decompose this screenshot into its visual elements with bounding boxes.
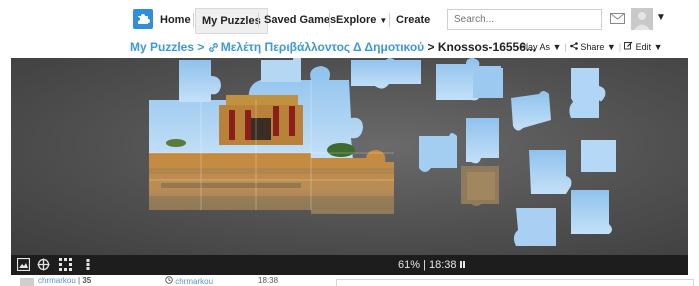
mail-icon[interactable] bbox=[610, 13, 625, 24]
puzzle-piece[interactable] bbox=[466, 118, 499, 164]
nav-divider bbox=[193, 13, 194, 27]
footer-owner: chrmarkou bbox=[175, 277, 214, 286]
top-nav: Home My Puzzles Saved Games Explore ▼ Cre… bbox=[0, 0, 699, 38]
nav-create[interactable]: Create bbox=[396, 11, 430, 29]
play-as-button[interactable]: Play As ▼ bbox=[520, 42, 561, 52]
nav-divider bbox=[389, 13, 390, 27]
share-icon bbox=[569, 42, 578, 50]
footer-time: 18:38 bbox=[258, 276, 279, 285]
ruin-detail bbox=[467, 172, 495, 200]
nav-explore-label: Explore bbox=[336, 14, 377, 26]
puzzle-piece[interactable] bbox=[571, 190, 612, 234]
link-icon bbox=[208, 43, 218, 52]
ghost-image-icon[interactable] bbox=[37, 258, 50, 271]
puzzle-piece[interactable] bbox=[351, 58, 421, 89]
breadcrumb-folder[interactable]: Μελέτη Περιβάλλοντος Δ Δημοτικού bbox=[221, 40, 424, 54]
edit-icon bbox=[624, 41, 633, 50]
puzzle-piece[interactable] bbox=[419, 133, 457, 172]
edge-pieces-icon[interactable] bbox=[59, 258, 72, 271]
puzzle-piece[interactable] bbox=[511, 91, 551, 131]
puzzle-piece[interactable] bbox=[569, 68, 606, 118]
footer-owner-link[interactable]: chrmarkou bbox=[165, 276, 213, 286]
puzzle-piece[interactable] bbox=[513, 208, 556, 246]
edit-button[interactable]: Edit ▼ bbox=[624, 41, 663, 52]
footer-user-link[interactable]: chrmarkou | 35 bbox=[38, 276, 91, 286]
puzzle-toolbar: 61% | 18:38 bbox=[11, 255, 688, 275]
status-divider: | bbox=[423, 259, 426, 271]
nav-divider bbox=[329, 13, 330, 27]
pause-icon[interactable] bbox=[459, 255, 467, 268]
puzzle-piece[interactable] bbox=[529, 150, 572, 194]
puzzle-board[interactable] bbox=[11, 58, 688, 255]
puzzle-piece[interactable] bbox=[473, 68, 503, 98]
nav-divider bbox=[258, 13, 259, 27]
puzzle-actions: Play As ▼ | Share ▼ | Edit ▼ bbox=[520, 40, 663, 54]
progress-percent: 61% bbox=[398, 259, 421, 271]
chevron-down-icon: ▼ bbox=[653, 42, 663, 52]
share-button[interactable]: Share ▼ bbox=[569, 42, 616, 52]
chevron-down-icon: ▼ bbox=[606, 42, 616, 52]
breadcrumb-my-puzzles[interactable]: My Puzzles bbox=[130, 40, 194, 54]
puzzle-canvas[interactable] bbox=[11, 58, 688, 255]
search-input[interactable] bbox=[447, 9, 602, 30]
chevron-down-icon: ▼ bbox=[552, 42, 562, 52]
avatar bbox=[20, 278, 34, 286]
breadcrumb-separator: > bbox=[427, 40, 435, 54]
avatar[interactable] bbox=[631, 8, 653, 30]
puzzle-piece[interactable] bbox=[581, 140, 616, 172]
more-options-icon[interactable] bbox=[85, 258, 91, 271]
footer-strip: chrmarkou | 35 chrmarkou 18:38 bbox=[0, 276, 699, 286]
puzzle-piece[interactable] bbox=[261, 58, 301, 82]
nav-my-puzzles[interactable]: My Puzzles bbox=[195, 8, 268, 34]
action-divider: | bbox=[618, 42, 622, 52]
breadcrumb: My Puzzles > Μελέτη Περιβάλλοντος Δ Δημο… bbox=[130, 39, 536, 55]
chevron-down-icon: ▼ bbox=[379, 16, 388, 25]
breadcrumb-separator: > bbox=[197, 40, 205, 54]
edit-label: Edit bbox=[635, 42, 652, 52]
footer-separator: | bbox=[78, 276, 81, 285]
nav-home[interactable]: Home bbox=[160, 11, 191, 29]
clock-icon bbox=[165, 276, 173, 284]
nav-saved-games[interactable]: Saved Games bbox=[264, 11, 336, 29]
puzzle-piece[interactable] bbox=[179, 60, 221, 102]
timer: 18:38 bbox=[429, 259, 457, 271]
footer-user-name: chrmarkou bbox=[38, 276, 76, 285]
share-label: Share bbox=[580, 42, 605, 52]
puzzle-logo-icon[interactable] bbox=[133, 9, 153, 29]
action-divider: | bbox=[564, 42, 567, 52]
nav-explore[interactable]: Explore ▼ bbox=[336, 11, 387, 29]
comment-box[interactable] bbox=[336, 279, 694, 286]
progress-status: 61% | 18:38 bbox=[398, 255, 467, 275]
play-as-label: Play As bbox=[520, 42, 551, 52]
footer-score: 35 bbox=[82, 276, 92, 285]
preview-image-icon[interactable] bbox=[17, 258, 30, 271]
chevron-down-icon[interactable]: ▼ bbox=[656, 12, 666, 23]
